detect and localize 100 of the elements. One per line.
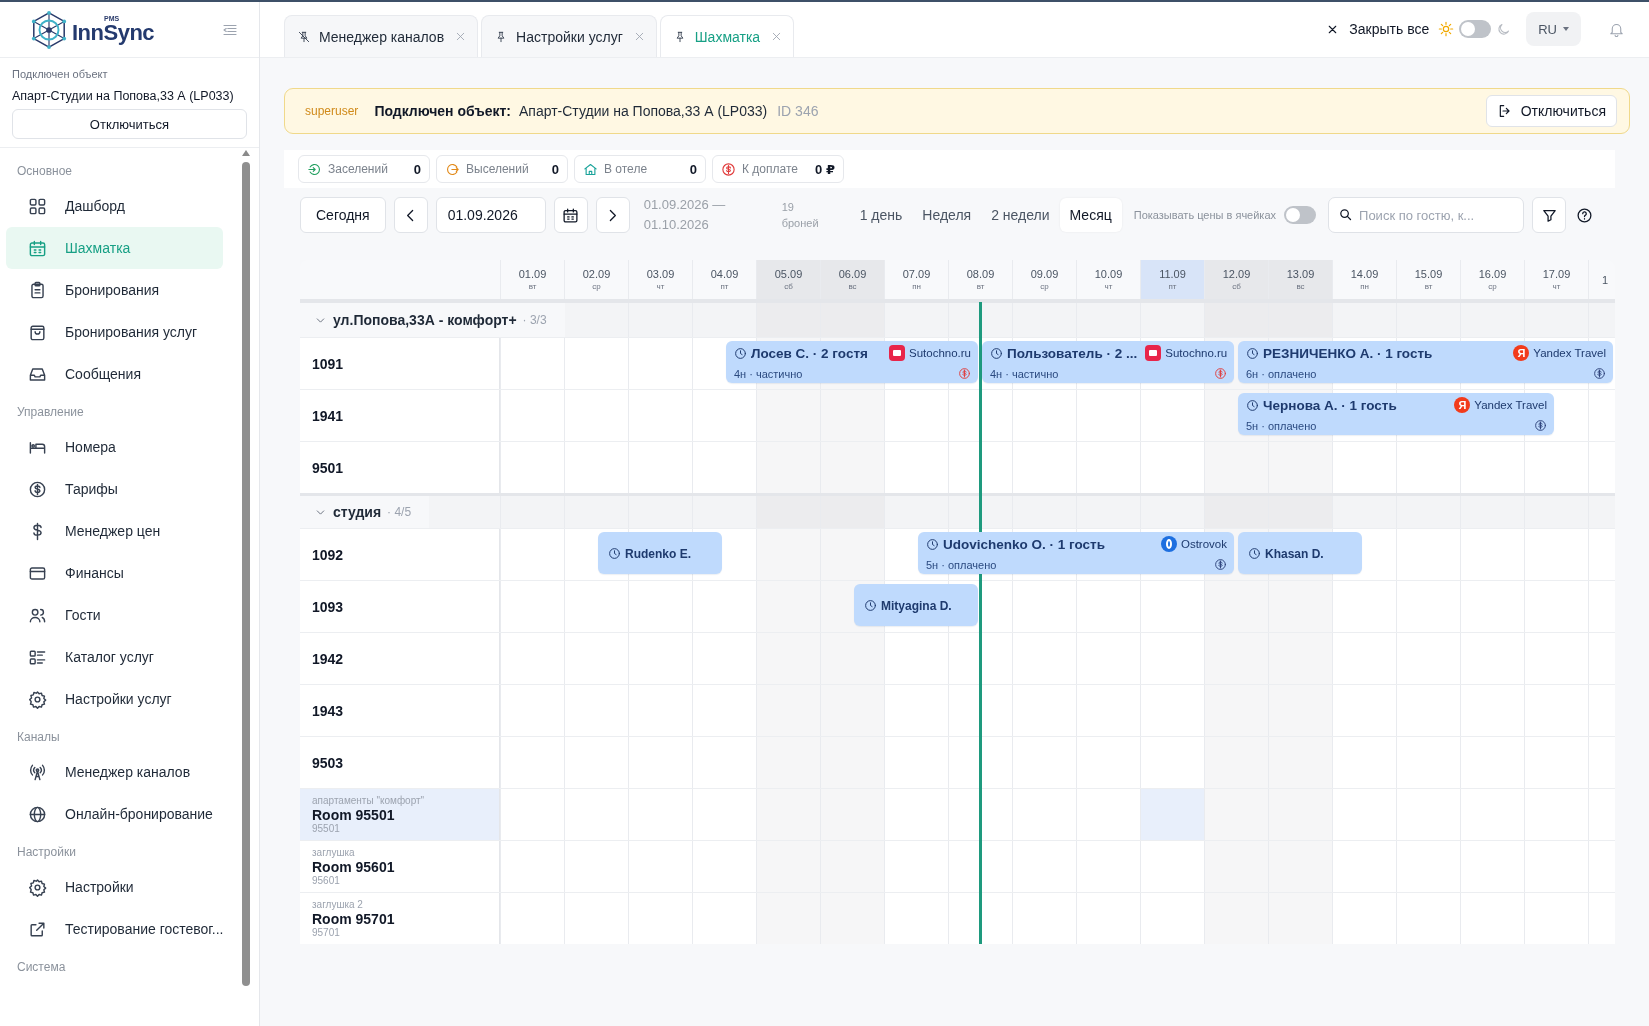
weekday-label: сб: [784, 282, 793, 291]
settings-icon: [28, 689, 47, 709]
group-header[interactable]: студия · 4/5: [300, 496, 430, 528]
list-icon: [28, 647, 47, 667]
group-name: студия: [333, 504, 382, 520]
globe-icon: [28, 804, 47, 824]
help-icon: [1576, 206, 1594, 224]
antenna-icon: [28, 762, 47, 782]
coin-icon: [721, 161, 736, 177]
tab[interactable]: Менеджер каналов: [284, 15, 479, 57]
nav-item[interactable]: Менеджер цен: [6, 510, 224, 552]
date-label: 14.09: [1350, 268, 1379, 280]
nav-item[interactable]: Тестирование гостевог...: [6, 908, 224, 950]
booking-card[interactable]: Mityagina D.: [854, 584, 978, 626]
clock-icon: [1246, 398, 1259, 412]
view-tab[interactable]: 2 недели: [981, 198, 1060, 232]
clock-icon: [864, 599, 877, 612]
weekday-label: сб: [1232, 282, 1241, 291]
nav-item[interactable]: Настройки: [6, 866, 224, 908]
stat-label: Заселений: [328, 162, 389, 176]
date-label: 06.09: [838, 268, 867, 280]
stat-value: 0: [689, 161, 697, 177]
group-name: ул.Попова,33А - комфорт+: [333, 312, 517, 328]
range-end: 01.10.2026: [643, 216, 710, 234]
room-type: заглушка 2: [312, 898, 364, 911]
room-number: 1092: [312, 546, 345, 563]
channel-name: Sutochno.ru: [909, 347, 971, 359]
nav-item[interactable]: Онлайн-бронирование: [6, 793, 224, 835]
language-select[interactable]: RU: [1526, 12, 1581, 46]
booking-card[interactable]: РЕЗНИЧЕНКО А. · 1 гость Я Yandex Travel 6н · оплачено: [1238, 341, 1613, 383]
weekday-label: пт: [1168, 282, 1177, 291]
booking-card[interactable]: Лосев С. · 2 гостя Sutochno.ru 4н · частично: [726, 341, 978, 383]
booking-card[interactable]: Пользователь · 2 ... Sutochno.ru 4н · частично: [982, 341, 1234, 383]
channel-logo: Я: [1454, 397, 1471, 413]
stat-value: 0 ₽: [815, 161, 835, 177]
filter-button[interactable]: [1532, 197, 1567, 233]
date-label: 08.09: [966, 268, 995, 280]
section-title: Настройки: [16, 844, 77, 861]
next-button[interactable]: [595, 197, 630, 233]
prices-label: Показывать цены в ячейках: [1133, 209, 1277, 221]
close-all-button[interactable]: Закрыть все: [1322, 21, 1434, 37]
clock-icon: [990, 346, 1003, 360]
view-tab[interactable]: 1 день: [849, 198, 913, 232]
previous-button[interactable]: [393, 197, 428, 233]
guest-name: Udovichenko O. · 1 гость: [943, 536, 1105, 552]
clock-icon: [926, 537, 939, 551]
weekday-label: вт: [976, 282, 985, 291]
logo-name: InnSync: [72, 22, 155, 44]
nav-item[interactable]: Гости: [6, 594, 224, 636]
nav-item[interactable]: Настройки услуг: [6, 678, 224, 720]
house-icon: [583, 161, 598, 177]
nav-item[interactable]: Каталог услуг: [6, 636, 224, 678]
weekday-label: ср: [592, 282, 601, 291]
clock-icon: [608, 547, 621, 560]
room-number: 9501: [312, 459, 345, 476]
guest-name: РЕЗНИЧЕНКО А. · 1 гость: [1263, 345, 1433, 361]
disconnect-button[interactable]: Отключиться: [1485, 95, 1617, 127]
unpin-icon: [297, 29, 311, 44]
group-count: · 4/5: [387, 505, 412, 519]
guest-name: Rudenko E.: [625, 546, 691, 561]
view-tab[interactable]: Неделя: [912, 198, 982, 232]
tab[interactable]: Настройки услуг: [481, 15, 657, 57]
room-number: 1091: [312, 355, 345, 372]
nav-item[interactable]: Сообщения: [6, 353, 224, 395]
prices-toggle[interactable]: [1284, 206, 1317, 224]
room-number: Room 95601: [312, 858, 396, 875]
calendar-button[interactable]: [553, 197, 588, 233]
nav-item[interactable]: Финансы: [6, 552, 224, 594]
room-number: 1093: [312, 598, 345, 615]
sun-icon: [1438, 21, 1455, 37]
weekday-label: вс: [848, 282, 857, 291]
nav-item[interactable]: Тарифы: [6, 468, 224, 510]
weekday-label: ср: [1488, 282, 1497, 291]
disconnect-button[interactable]: Отключиться: [12, 109, 247, 139]
booking-card[interactable]: Rudenko E.: [598, 532, 722, 574]
view-tab[interactable]: Месяц: [1059, 198, 1122, 232]
date-field[interactable]: 01.09.2026: [435, 197, 546, 233]
booking-card[interactable]: Чернова А. · 1 гость Я Yandex Travel 5н · оплачено: [1238, 393, 1554, 435]
theme-toggle[interactable]: [1459, 20, 1492, 38]
today-button[interactable]: Сегодня: [300, 197, 386, 233]
channel-name: Ostrovok: [1181, 538, 1227, 550]
channel-name: Yandex Travel: [1533, 347, 1606, 359]
date-label: 16.09: [1478, 268, 1507, 280]
nav-item[interactable]: Дашборд: [6, 185, 224, 227]
nav-item[interactable]: Менеджер каналов: [6, 751, 224, 793]
booking-card[interactable]: Khasan D.: [1238, 532, 1362, 574]
search-field[interactable]: Поиск по гостю, к...: [1328, 197, 1525, 233]
room-number: 1941: [312, 407, 345, 424]
nav-item[interactable]: Номера: [6, 426, 224, 468]
nav-item[interactable]: Бронирования: [6, 269, 224, 311]
group-header[interactable]: ул.Попова,33А - комфорт+ · 3/3: [300, 303, 565, 337]
date-label: 01.09: [518, 268, 547, 280]
weekday-label: пн: [912, 282, 921, 291]
guest-name: Пользователь · 2 ...: [1007, 345, 1138, 361]
room-label[interactable]: апартаменты "комфорт" Room 95501 95501: [300, 789, 500, 840]
payment-icon: [1534, 419, 1547, 432]
nav-item[interactable]: Бронирования услуг: [6, 311, 224, 353]
clock-icon: [1246, 346, 1259, 360]
booking-card[interactable]: Udovichenko O. · 1 гость Ostrovok 5н · оплачено: [918, 532, 1234, 574]
weekday-label: чт: [1552, 282, 1561, 291]
